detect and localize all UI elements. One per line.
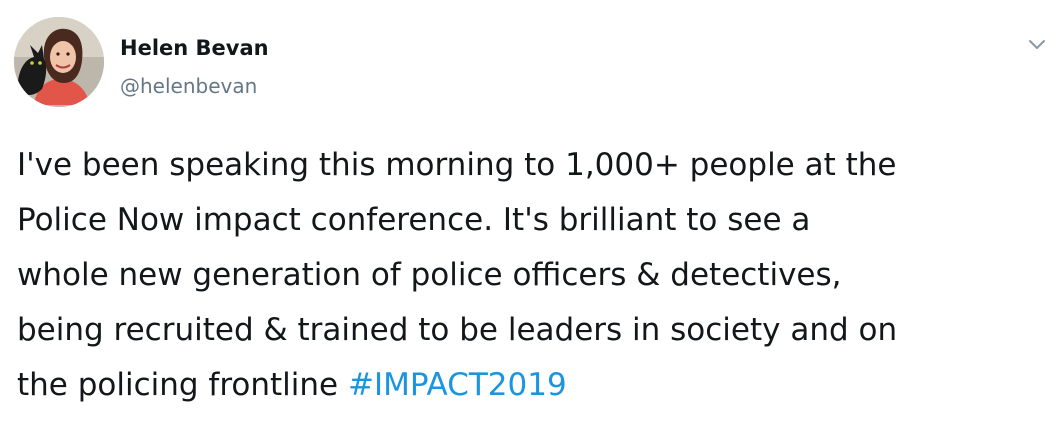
tweet-line-text: the policing frontline	[17, 367, 348, 403]
profile-photo-icon	[14, 17, 104, 107]
display-name[interactable]: Helen Bevan	[120, 36, 269, 60]
tweet-line: Police Now impact conference. It's brill…	[17, 202, 811, 238]
user-handle[interactable]: @helenbevan	[120, 74, 257, 98]
tweet-header: Helen Bevan @helenbevan	[14, 17, 1050, 109]
tweet-text: I've been speaking this morning to 1,000…	[17, 138, 1057, 413]
hashtag-link[interactable]: #IMPACT2019	[348, 367, 567, 403]
tweet-last-line: the policing frontline #IMPACT2019	[17, 358, 1057, 413]
tweet-line: I've been speaking this morning to 1,000…	[17, 147, 897, 183]
avatar[interactable]	[14, 17, 104, 107]
chevron-down-icon[interactable]	[1024, 31, 1050, 57]
tweet-line: whole new generation of police officers …	[17, 257, 842, 293]
tweet-line: being recruited & trained to be leaders …	[17, 312, 898, 348]
